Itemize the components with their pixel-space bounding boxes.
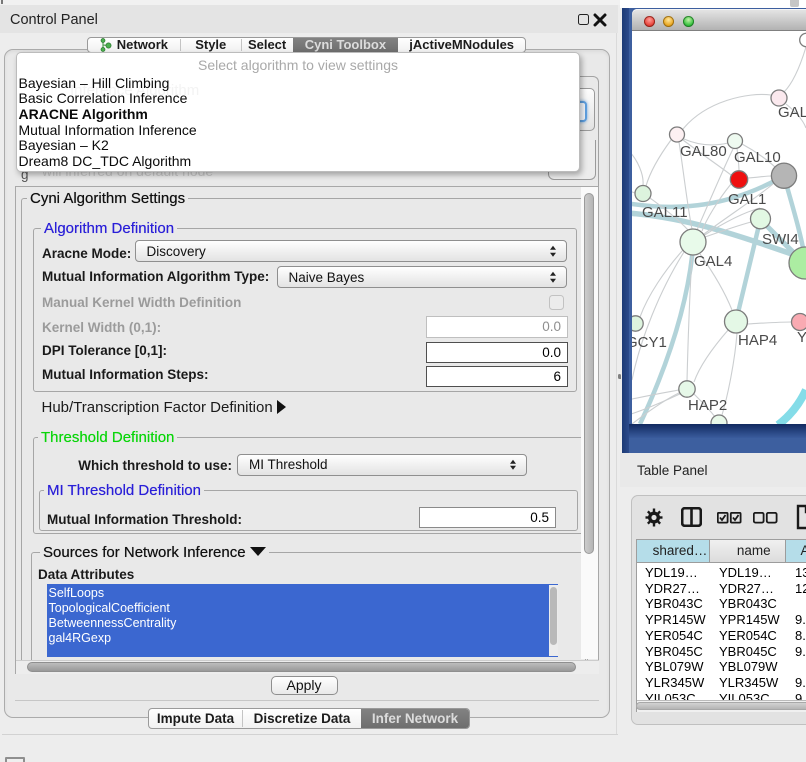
svg-text:SWI4: SWI4 (762, 231, 799, 248)
svg-text:GAL7: GAL7 (778, 104, 806, 121)
svg-text:GCY1: GCY1 (632, 334, 667, 351)
svg-text:YJ: YJ (797, 329, 806, 346)
svg-text:GAL80: GAL80 (680, 143, 727, 160)
svg-text:GAL1: GAL1 (728, 191, 766, 208)
svg-text:GAL4: GAL4 (694, 253, 732, 270)
svg-text:HAP4: HAP4 (738, 332, 777, 349)
svg-text:GAL11: GAL11 (642, 204, 688, 221)
svg-text:HAP2: HAP2 (688, 397, 727, 414)
svg-text:GAL10: GAL10 (734, 149, 781, 166)
